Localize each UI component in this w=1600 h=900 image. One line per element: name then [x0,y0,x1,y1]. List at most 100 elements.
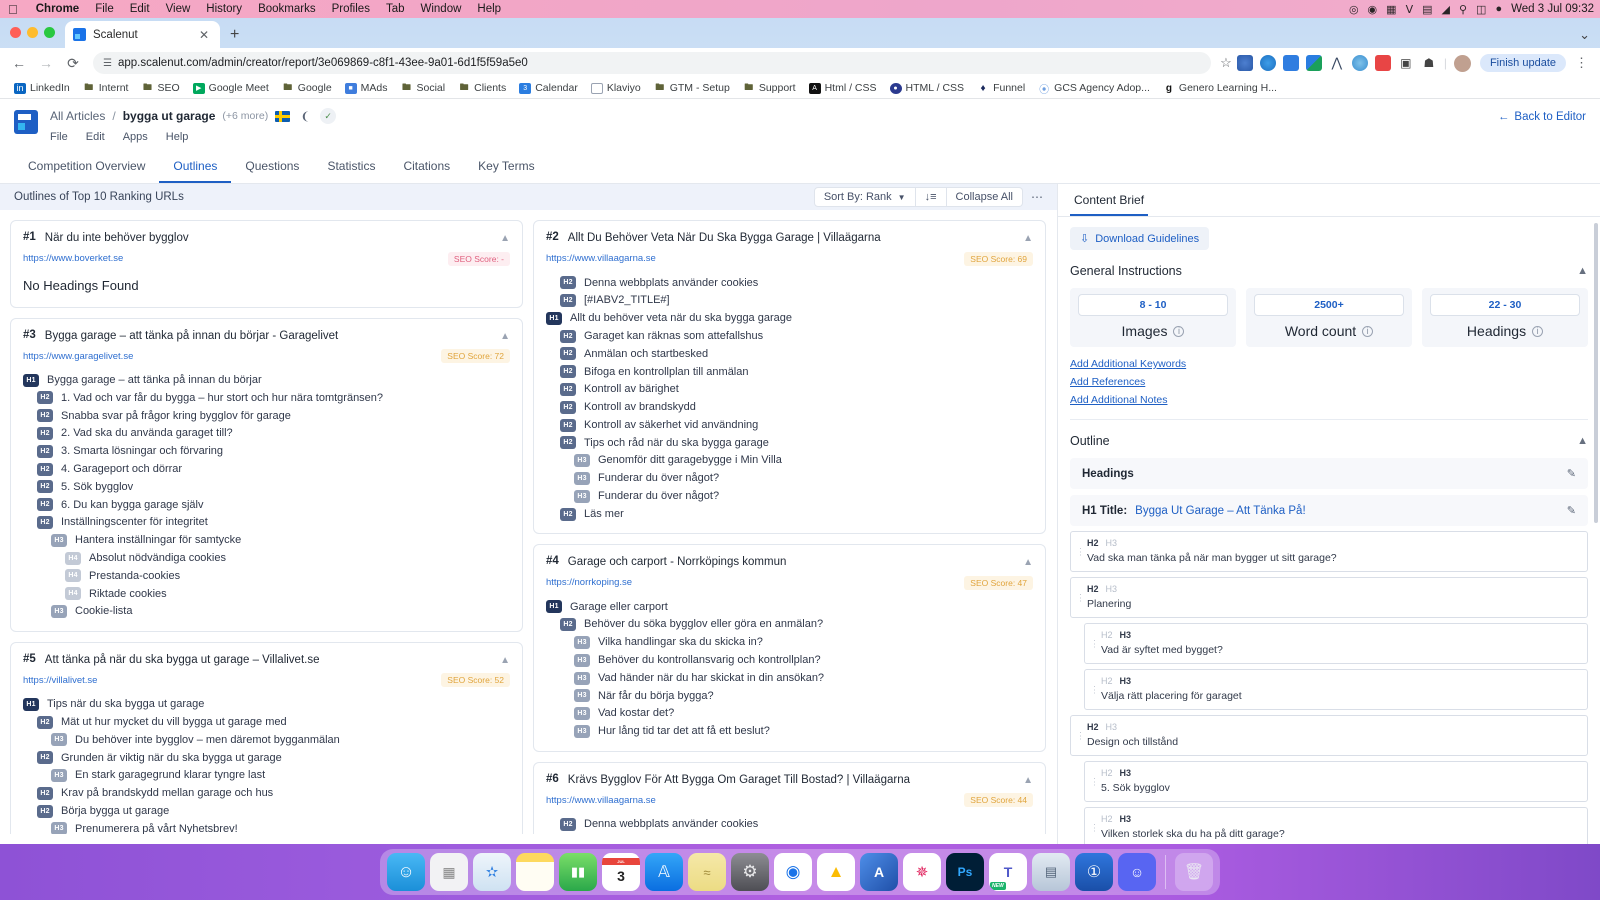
level-h3[interactable]: H3 [1120,814,1132,824]
back-button[interactable]: ← [8,52,30,74]
shield-icon[interactable]: ◎ [1349,3,1359,16]
extension-7-icon[interactable] [1374,55,1391,71]
add-additional-notes-link[interactable]: Add Additional Notes [1070,394,1588,406]
level-toggle[interactable]: H2 H3 [1101,630,1577,640]
level-h2[interactable]: H2 [1087,722,1099,732]
drag-handle-icon[interactable]: ⋮ [1076,546,1085,555]
forward-button[interactable]: → [35,52,57,74]
breadcrumb-more[interactable]: (+6 more) [222,110,268,122]
outline-item[interactable]: ⋮ H2 H3 Design och tillstånd [1070,715,1588,756]
card-url[interactable]: https://villalivet.se [23,675,97,686]
outline-card[interactable]: #1 När du inte behöver bygglov ▲ https:/… [10,220,523,308]
chevron-up-icon[interactable]: ▲ [1023,557,1033,568]
check-icon[interactable]: ✓ [320,108,337,124]
add-references-link[interactable]: Add References [1070,376,1588,388]
tab-key-terms[interactable]: Key Terms [464,152,548,183]
sort-direction-button[interactable]: ↓≡ [915,187,947,207]
edit-pencil-icon[interactable]: ✎ [1567,467,1576,480]
system-settings-icon[interactable]: ⚙ [731,853,769,891]
bookmark-seo[interactable]: 🖿 SEO [135,80,185,96]
minimize-window-button[interactable] [27,27,38,38]
chevron-up-icon[interactable]: ▲ [500,233,510,244]
chevron-up-icon[interactable]: ▲ [500,655,510,666]
card-url[interactable]: https://www.boverket.se [23,253,123,264]
back-to-editor-button[interactable]: ← Back to Editor [1498,111,1586,123]
menu-item-bookmarks[interactable]: Bookmarks [250,3,324,15]
add-additional-keywords-link[interactable]: Add Additional Keywords [1070,358,1588,370]
search-icon[interactable]: ⚲ [1459,3,1467,16]
tab-outlines[interactable]: Outlines [159,152,232,183]
app-menu-edit[interactable]: Edit [86,131,105,143]
chevron-up-icon[interactable]: ▲ [1023,233,1033,244]
level-toggle[interactable]: H2 H3 [1101,676,1577,686]
level-h3[interactable]: H3 [1106,722,1118,732]
card-url[interactable]: https://www.garagelivet.se [23,351,133,362]
bookmark-klaviyo[interactable]: Klaviyo [585,80,647,96]
edit-pencil-icon[interactable]: ✎ [1567,504,1576,517]
card-url[interactable]: https://www.villaagarna.se [546,795,656,806]
drag-handle-icon[interactable]: ⋮ [1090,776,1099,785]
bookmark-linkedin[interactable]: in LinkedIn [8,80,76,96]
menu-item-window[interactable]: Window [413,3,470,15]
bookmark-clients[interactable]: 🖿 Clients [452,80,512,96]
extension-6-icon[interactable] [1351,55,1368,71]
bookmark-genero-learning[interactable]: g Genero Learning H... [1157,80,1283,96]
menu-item-help[interactable]: Help [469,3,509,15]
discord-icon[interactable]: ☺ [1118,853,1156,891]
extension-2-icon[interactable] [1259,55,1276,71]
content-brief-scrollbar[interactable] [1594,223,1598,523]
sort-by-dropdown[interactable]: Sort By: Rank ▼ [813,187,916,207]
outline-item[interactable]: ⋮ H2 H3 Välja rätt placering för garaget [1084,669,1588,710]
notes-icon[interactable] [516,853,554,891]
extension-4-icon[interactable] [1305,55,1322,71]
tab-content-brief[interactable]: Content Brief [1070,184,1149,216]
trash-icon[interactable]: 🗑 [1175,853,1213,891]
breadcrumb-all-articles[interactable]: All Articles [50,109,105,123]
level-toggle[interactable]: H2 H3 [1087,584,1577,594]
menu-item-history[interactable]: History [198,3,250,15]
bookmark-html-css-2[interactable]: ● HTML / CSS [884,80,971,96]
menu-item-tab[interactable]: Tab [378,3,413,15]
level-toggle[interactable]: H2 H3 [1087,538,1577,548]
level-h3[interactable]: H3 [1120,630,1132,640]
safari-icon[interactable]: ✫ [473,853,511,891]
dropbox-icon[interactable]: ● [1495,3,1502,15]
appstore-icon[interactable]: 𝔸 [645,853,683,891]
content-brief-scroll[interactable]: ⇩ Download Guidelines General Instructio… [1058,217,1600,844]
slack-icon[interactable]: ✵ [903,853,941,891]
bookmark-gtm-setup[interactable]: 🖿 GTM - Setup [648,80,736,96]
bookmark-star-icon[interactable]: ☆ [1220,55,1232,71]
general-instructions-header[interactable]: General Instructions ▲ [1070,264,1588,278]
info-icon[interactable]: i [1532,325,1544,337]
wifi-icon[interactable]: ◢ [1442,3,1450,16]
extension-3-icon[interactable] [1282,55,1299,71]
window-controls[interactable] [10,27,55,38]
display-icon[interactable]: ◫ [1476,3,1486,16]
launchpad-icon[interactable]: ▦ [430,853,468,891]
outline-card[interactable]: #4 Garage och carport - Norrköpings komm… [533,544,1046,752]
bookmark-social[interactable]: 🖿 Social [395,80,452,96]
outline-item[interactable]: ⋮ H2 H3 Vilken storlek ska du ha på ditt … [1084,807,1588,844]
bookmark-html-css-1[interactable]: A Html / CSS [803,80,883,96]
menu-item-edit[interactable]: Edit [122,3,158,15]
onepassword-icon[interactable]: ① [1075,853,1113,891]
app-menu-help[interactable]: Help [166,131,189,143]
address-bar[interactable]: ☰ app.scalenut.com/admin/creator/report/… [93,52,1212,74]
level-h3[interactable]: H3 [1120,676,1132,686]
chevron-up-icon[interactable]: ▲ [1577,435,1588,447]
outline-item[interactable]: ⋮ H2 H3 Vad ska man tänka på när man bygg… [1070,531,1588,572]
more-options-icon[interactable]: ⋯ [1031,190,1043,204]
info-icon[interactable]: i [1173,325,1185,337]
level-h2[interactable]: H2 [1101,768,1113,778]
menu-item-profiles[interactable]: Profiles [324,3,378,15]
outline-item[interactable]: ⋮ H2 H3 5. Sök bygglov [1084,761,1588,802]
drive-icon[interactable]: ▦ [1386,3,1396,16]
preview-icon[interactable]: ▤ [1032,853,1070,891]
tab-statistics[interactable]: Statistics [313,152,389,183]
level-h2[interactable]: H2 [1087,584,1099,594]
bookmark-internt[interactable]: 🖿 Internt [77,80,135,96]
level-toggle[interactable]: H2 H3 [1101,814,1577,824]
level-h2[interactable]: H2 [1101,814,1113,824]
app-menu-apps[interactable]: Apps [123,131,148,143]
bookmark-gcs-agency[interactable]: ⦿ GCS Agency Adop... [1032,80,1156,96]
